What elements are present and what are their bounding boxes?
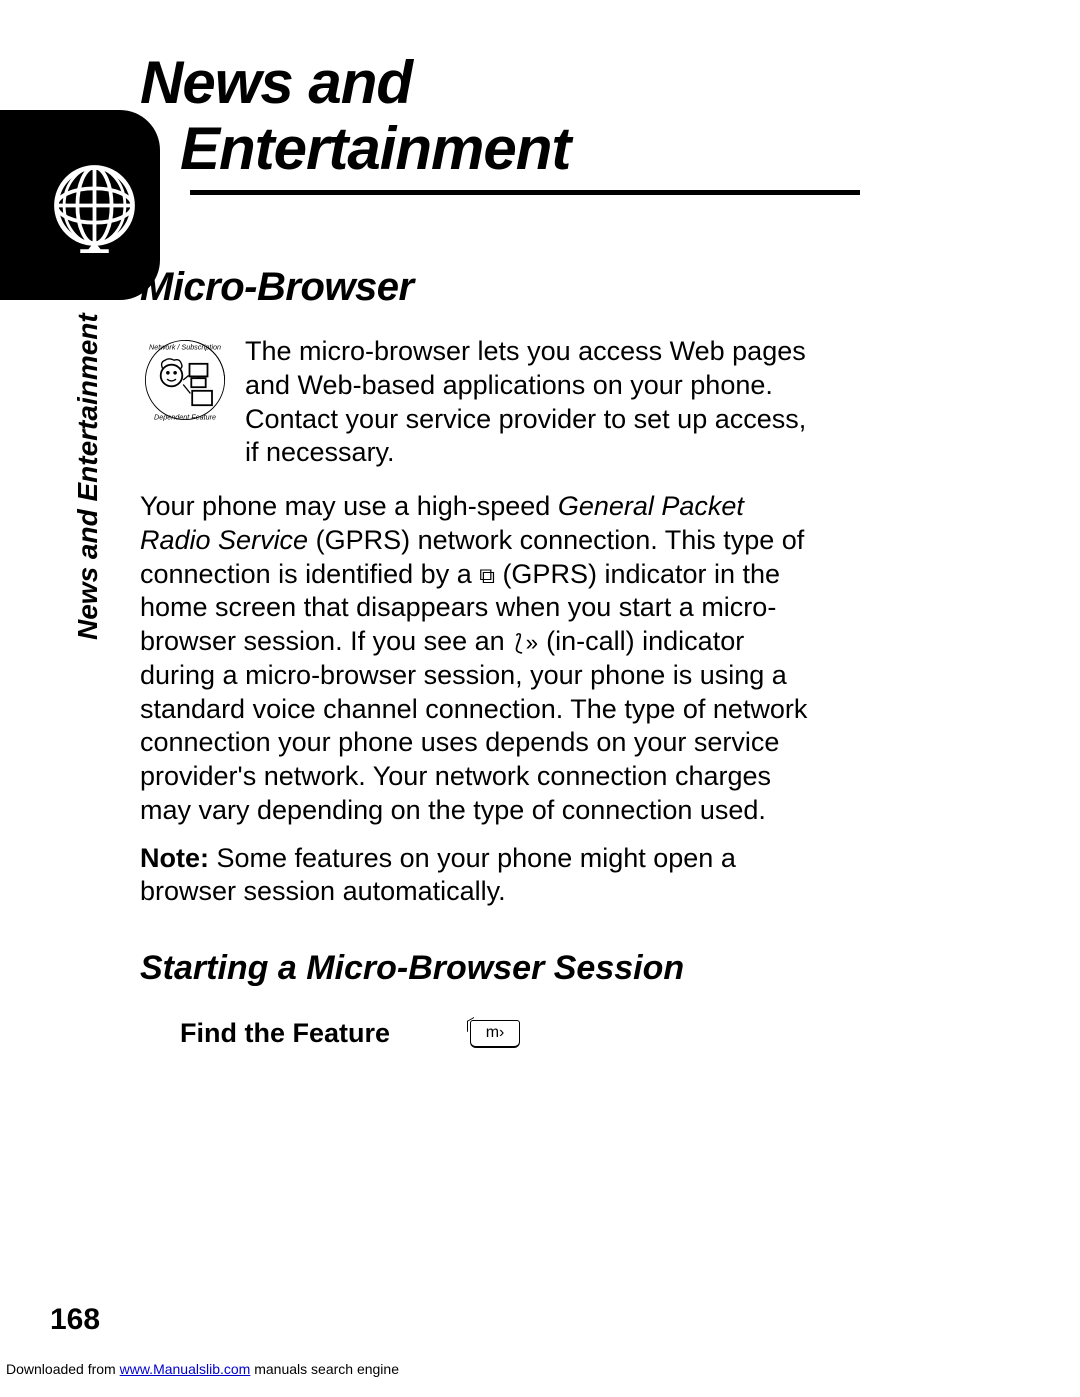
find-feature-row: Find the Feature m› <box>180 1018 820 1049</box>
chapter-title-line1: News and <box>140 49 412 116</box>
svg-text:Dependent Feature: Dependent Feature <box>154 413 216 422</box>
subsection-heading: Starting a Micro-Browser Session <box>140 949 820 988</box>
page-number: 168 <box>50 1303 100 1337</box>
footer-suffix: manuals search engine <box>250 1361 399 1377</box>
network-feature-badge: Network / Subscription Dependent Feature <box>140 335 230 425</box>
footer-link[interactable]: www.Manualslib.com <box>120 1361 251 1377</box>
globe-icon <box>47 158 142 253</box>
note-paragraph: Note: Some features on your phone might … <box>140 842 820 910</box>
find-feature-label: Find the Feature <box>180 1018 390 1049</box>
incall-indicator-icon: ⟅» <box>512 631 538 659</box>
title-divider <box>190 190 860 195</box>
svg-text:Network / Subscription: Network / Subscription <box>149 342 221 351</box>
note-label: Note: <box>140 843 209 873</box>
chapter-title: News and Entertainment <box>140 50 1030 182</box>
chapter-title-line2: Entertainment <box>180 116 1030 182</box>
intro-paragraph: The micro-browser lets you access Web pa… <box>245 335 820 470</box>
side-tab-label: News and Entertainment <box>72 313 104 640</box>
download-footer: Downloaded from www.Manualslib.com manua… <box>0 1361 399 1377</box>
menu-softkey-icon: m› <box>470 1020 520 1048</box>
note-text: Some features on your phone might open a… <box>140 843 736 907</box>
section-heading: Micro-Browser <box>140 265 820 310</box>
gprs-indicator-icon: ⧉ <box>479 564 495 592</box>
para2-a: Your phone may use a high-speed <box>140 491 558 521</box>
gprs-paragraph: Your phone may use a high-speed General … <box>140 490 820 828</box>
chapter-tab <box>0 110 160 300</box>
footer-prefix: Downloaded from <box>6 1361 120 1377</box>
